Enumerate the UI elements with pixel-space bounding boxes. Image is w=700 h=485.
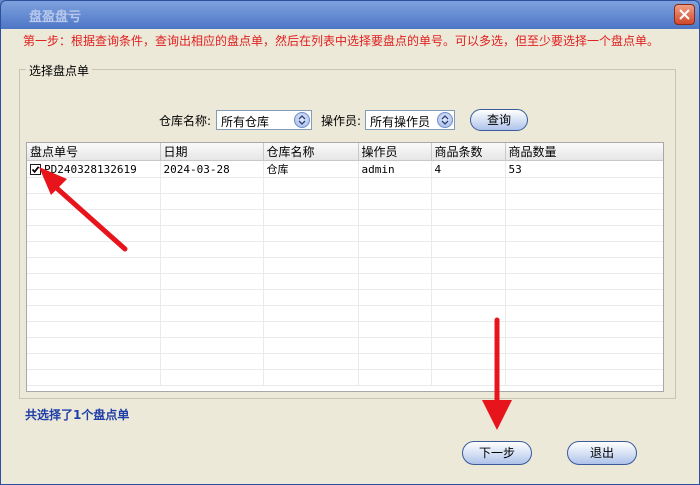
cell-quantity: 53 — [505, 160, 663, 178]
window-title: 盘盈盘亏 — [29, 10, 82, 25]
empty-row — [27, 321, 663, 338]
column-header-item-count[interactable]: 商品条数 — [431, 143, 506, 161]
empty-row — [27, 225, 663, 242]
cell-order-no: PD240328132619 — [44, 162, 137, 176]
empty-row — [27, 241, 663, 258]
table-header-row: 盘点单号 日期 仓库名称 操作员 商品条数 商品数量 — [27, 143, 663, 161]
main-window: 盘盈盘亏 第一步：根据查询条件，查询出相应的盘点单，然后在列表中选择要盘点的单号… — [0, 0, 700, 485]
checkmark-icon — [31, 166, 40, 174]
empty-row — [27, 177, 663, 194]
empty-row — [27, 353, 663, 370]
next-step-button[interactable]: 下一步 — [462, 441, 532, 465]
cell-warehouse: 仓库 — [263, 160, 359, 178]
empty-row — [27, 257, 663, 274]
empty-row — [27, 193, 663, 210]
column-header-operator[interactable]: 操作员 — [358, 143, 432, 161]
empty-row — [27, 273, 663, 290]
empty-row — [27, 305, 663, 322]
dropdown-toggle[interactable] — [294, 112, 310, 128]
instruction-text: 第一步：根据查询条件，查询出相应的盘点单，然后在列表中选择要盘点的单号。可以多选… — [23, 34, 660, 48]
operator-select[interactable]: 所有操作员 — [365, 110, 455, 130]
chevron-updown-icon — [441, 115, 449, 125]
row-checkbox[interactable] — [30, 164, 41, 175]
close-icon — [679, 9, 690, 20]
cell-item-count: 4 — [431, 160, 506, 178]
column-header-warehouse[interactable]: 仓库名称 — [263, 143, 359, 161]
operator-label: 操作员: — [321, 114, 362, 128]
query-button[interactable]: 查询 — [470, 109, 528, 131]
exit-button[interactable]: 退出 — [567, 441, 637, 465]
column-header-quantity[interactable]: 商品数量 — [505, 143, 663, 161]
empty-row — [27, 209, 663, 226]
order-grid: 盘点单号 日期 仓库名称 操作员 商品条数 商品数量 PD24032813261… — [26, 142, 664, 392]
chevron-updown-icon — [298, 115, 306, 125]
column-header-order-no[interactable]: 盘点单号 — [27, 143, 161, 161]
empty-row — [27, 369, 663, 386]
cell-date: 2024-03-28 — [160, 160, 264, 178]
warehouse-label: 仓库名称: — [159, 114, 212, 128]
close-button[interactable] — [674, 4, 695, 25]
warehouse-select[interactable]: 所有仓库 — [216, 110, 312, 130]
group-label: 选择盘点单 — [26, 62, 93, 79]
cell-operator: admin — [358, 160, 432, 178]
empty-row — [27, 289, 663, 306]
empty-row — [27, 337, 663, 354]
column-header-date[interactable]: 日期 — [160, 143, 264, 161]
selection-summary: 共选择了1个盘点单 — [25, 408, 130, 422]
select-order-group: 选择盘点单 仓库名称: 所有仓库 操作员: 所有操作员 查询 盘点单号 日期 仓… — [19, 62, 676, 399]
warehouse-select-value: 所有仓库 — [221, 115, 270, 129]
table-row[interactable]: PD240328132619 2024-03-28 仓库 admin 4 53 — [27, 160, 663, 178]
operator-select-value: 所有操作员 — [370, 115, 431, 129]
order-table: 盘点单号 日期 仓库名称 操作员 商品条数 商品数量 PD24032813261… — [27, 143, 663, 386]
title-bar[interactable]: 盘盈盘亏 — [1, 1, 699, 29]
dropdown-toggle[interactable] — [437, 112, 453, 128]
